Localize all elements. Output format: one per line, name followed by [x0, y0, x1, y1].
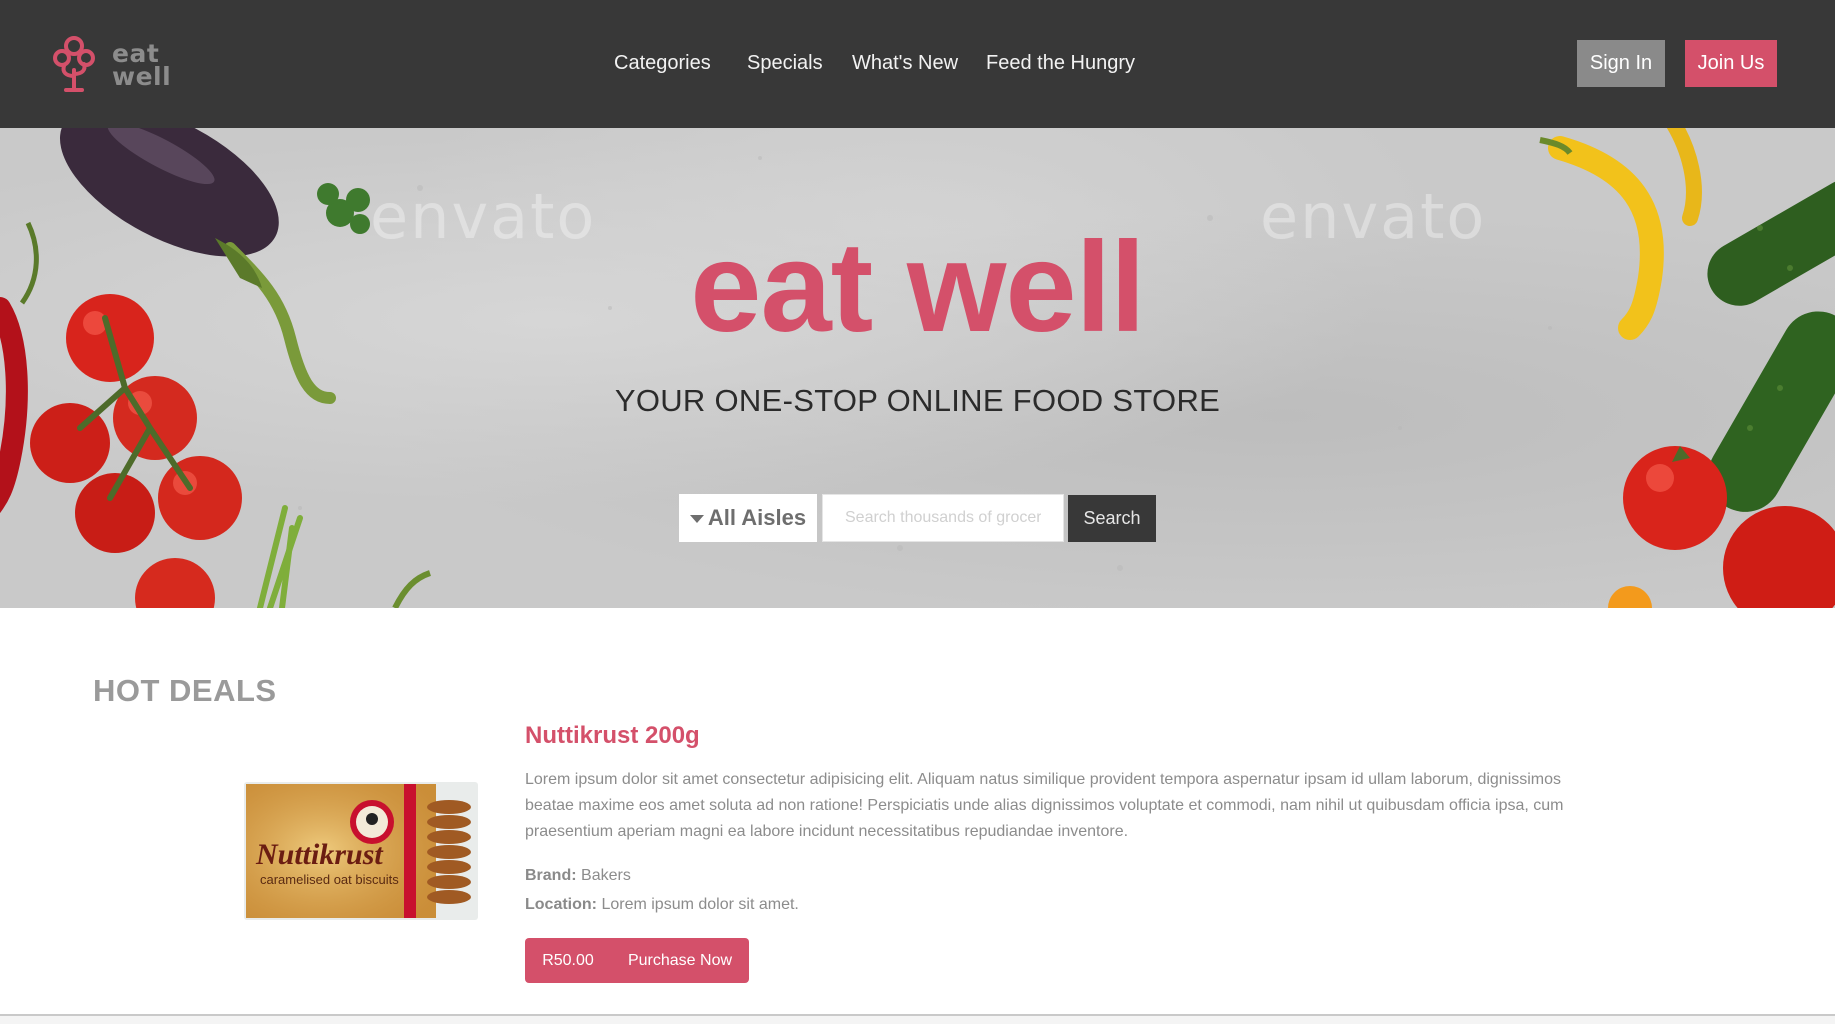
- product-title[interactable]: Nuttikrust 200g: [525, 722, 700, 750]
- product-image[interactable]: Nuttikrust caramelised oat biscuits: [244, 782, 478, 920]
- location-value: Lorem ipsum dolor sit amet.: [601, 896, 799, 913]
- nav-specials[interactable]: Specials: [747, 52, 823, 75]
- nav-categories[interactable]: Categories: [614, 52, 711, 75]
- sign-in-button[interactable]: Sign In: [1577, 40, 1665, 87]
- hero-banner: envato envato eat well YOUR ONE-STOP ONL…: [0, 128, 1835, 608]
- footer-strip: [0, 1016, 1835, 1024]
- purchase-now-button[interactable]: Purchase Now: [611, 938, 749, 983]
- join-us-button[interactable]: Join Us: [1685, 40, 1777, 87]
- product-location: Location: Lorem ipsum dolor sit amet.: [525, 896, 799, 914]
- tree-logo-icon: [53, 36, 95, 92]
- package-brand-text: Nuttikrust: [255, 838, 384, 871]
- hero-title: eat well: [690, 216, 1145, 359]
- hero-subtitle: YOUR ONE-STOP ONLINE FOOD STORE: [614, 383, 1221, 418]
- location-label: Location:: [525, 896, 597, 913]
- aisle-select-label: All Aisles: [707, 505, 807, 530]
- logo-line-2: well: [112, 62, 172, 91]
- top-navbar: eat well Categories Specials What's New …: [0, 0, 1835, 128]
- product-brand: Brand: Bakers: [525, 867, 631, 885]
- hot-deals-heading: HOT DEALS: [93, 673, 277, 708]
- aisle-select[interactable]: All Aisles: [679, 494, 817, 542]
- price-tag[interactable]: R50.00: [525, 938, 612, 983]
- nav-feed-the-hungry[interactable]: Feed the Hungry: [986, 52, 1135, 75]
- package-tagline-text: caramelised oat biscuits: [260, 872, 399, 887]
- search-button[interactable]: Search: [1068, 495, 1156, 542]
- brand-label: Brand:: [525, 867, 577, 884]
- logo-wordmark: eat well: [112, 41, 172, 91]
- nav-whats-new[interactable]: What's New: [852, 52, 958, 75]
- brand-logo[interactable]: eat well: [52, 36, 182, 96]
- caret-down-icon: [689, 515, 704, 523]
- search-input[interactable]: [822, 494, 1064, 542]
- product-description: Lorem ipsum dolor sit amet consectetur a…: [525, 771, 1564, 840]
- brand-value: Bakers: [581, 867, 631, 884]
